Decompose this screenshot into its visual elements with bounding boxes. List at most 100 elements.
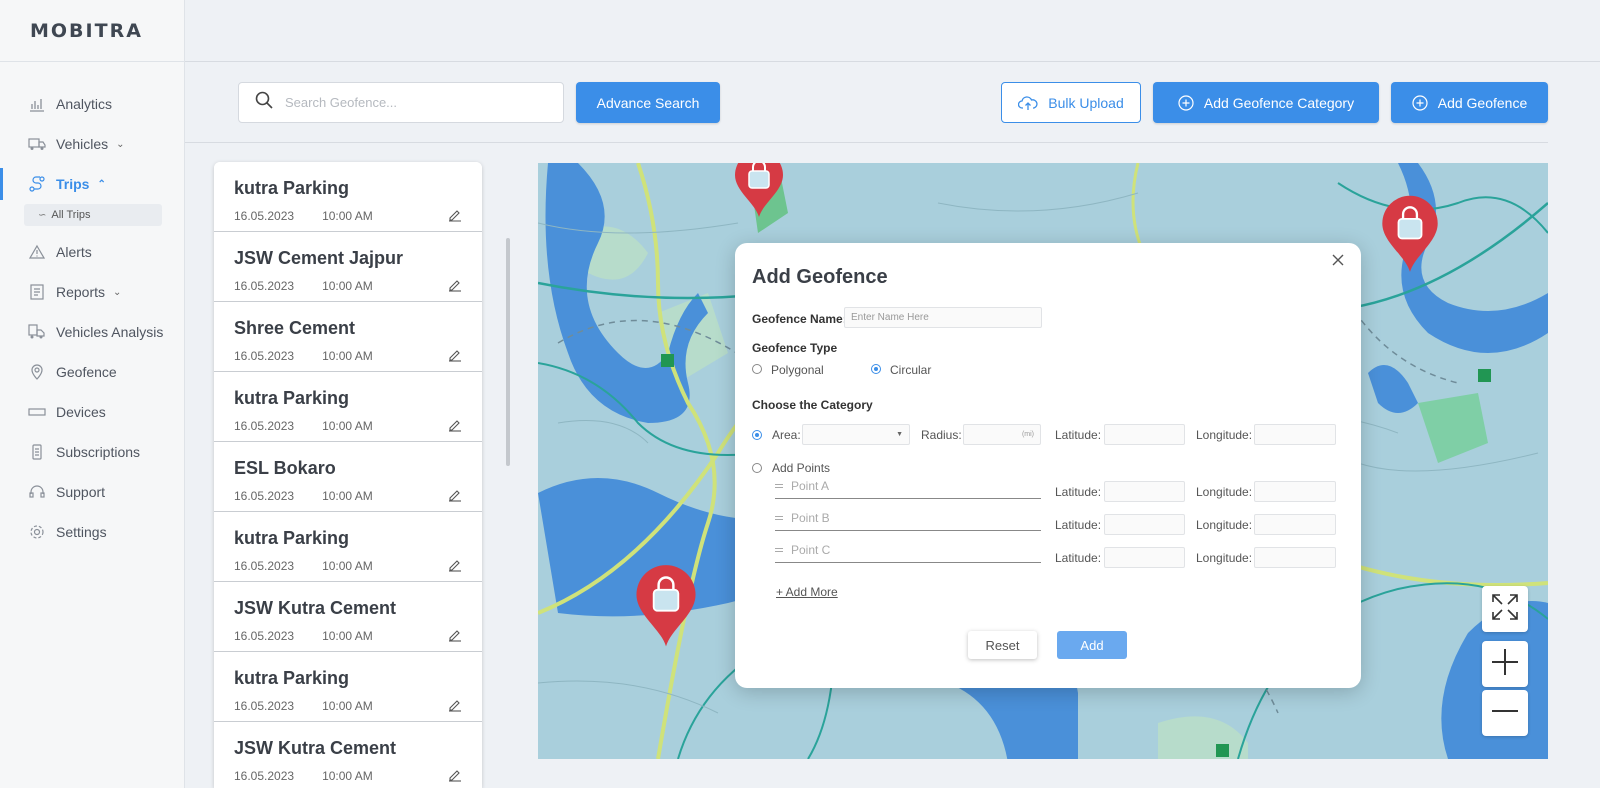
plus-circle-icon: [1412, 94, 1428, 111]
circular-radio[interactable]: [871, 364, 881, 374]
add-geofence-category-button[interactable]: Add Geofence Category: [1153, 82, 1379, 123]
point-c-row[interactable]: Point C: [775, 537, 1041, 563]
zoom-out-button[interactable]: [1482, 690, 1528, 736]
alert-triangle-icon: [28, 243, 46, 261]
point-c-latitude-input[interactable]: [1104, 547, 1185, 568]
sidebar-item-settings[interactable]: Settings: [0, 512, 184, 552]
geofence-card[interactable]: JSW Kutra Cement 16.05.2023 10:00 AM: [214, 582, 482, 652]
reset-button[interactable]: Reset: [968, 631, 1037, 659]
advance-search-button[interactable]: Advance Search: [576, 82, 720, 123]
add-geofence-button[interactable]: Add Geofence: [1391, 82, 1548, 123]
bulk-upload-button[interactable]: Bulk Upload: [1001, 82, 1141, 123]
polygonal-radio[interactable]: [752, 364, 762, 374]
geofence-time: 10:00 AM: [322, 699, 373, 713]
geofence-card[interactable]: kutra Parking 16.05.2023 10:00 AM: [214, 162, 482, 232]
add-geofence-modal: Add Geofence Geofence Name: Enter Name H…: [735, 243, 1361, 688]
geofence-name: kutra Parking: [234, 178, 350, 198]
geofence-card[interactable]: kutra Parking 16.05.2023 10:00 AM: [214, 512, 482, 582]
search-input[interactable]: [285, 95, 535, 110]
geofence-name-input[interactable]: Enter Name Here: [844, 307, 1042, 328]
geofence-date: 16.05.2023: [234, 559, 295, 573]
geofence-meta: 16.05.2023 10:00 AM: [234, 349, 462, 363]
search-box[interactable]: [238, 82, 564, 123]
list-scrollbar[interactable]: [506, 238, 510, 466]
area-longitude-input[interactable]: [1254, 424, 1336, 445]
geofence-meta: 16.05.2023 10:00 AM: [234, 279, 462, 293]
sidebar-item-geofence[interactable]: Geofence: [0, 352, 184, 392]
sidebar-item-vehicles[interactable]: Vehicles ⌄: [0, 124, 184, 164]
route-icon: [28, 175, 46, 193]
geofence-type-label: Geofence Type: [752, 341, 838, 355]
close-icon[interactable]: [1331, 253, 1347, 269]
geofence-card[interactable]: Shree Cement 16.05.2023 10:00 AM: [214, 302, 482, 372]
area-radio[interactable]: [752, 430, 762, 440]
drag-handle-icon[interactable]: [775, 515, 783, 520]
fullscreen-button[interactable]: [1482, 586, 1528, 632]
point-a-row[interactable]: Point A: [775, 473, 1041, 499]
edit-icon[interactable]: [448, 208, 462, 222]
geofence-card[interactable]: ESL Bokaro 16.05.2023 10:00 AM: [214, 442, 482, 512]
geofence-time: 10:00 AM: [322, 349, 373, 363]
sidebar-item-devices[interactable]: Devices: [0, 392, 184, 432]
geofence-date: 16.05.2023: [234, 279, 295, 293]
geofence-card[interactable]: JSW Cement Jajpur 16.05.2023 10:00 AM: [214, 232, 482, 302]
area-select[interactable]: ▼: [802, 424, 910, 445]
edit-icon[interactable]: [448, 558, 462, 572]
subscription-icon: [28, 443, 46, 461]
geofence-time: 10:00 AM: [322, 279, 373, 293]
drag-handle-icon[interactable]: [775, 483, 783, 488]
map-marker-icon[interactable]: [1380, 195, 1440, 275]
sidebar-item-label: Vehicles Analysis: [56, 324, 164, 340]
sidebar-item-analytics[interactable]: Analytics: [0, 84, 184, 124]
geofence-date: 16.05.2023: [234, 209, 295, 223]
geofence-card[interactable]: kutra Parking 16.05.2023 10:00 AM: [214, 652, 482, 722]
zoom-in-button[interactable]: [1482, 641, 1528, 687]
sidebar-item-support[interactable]: Support: [0, 472, 184, 512]
area-latitude-input[interactable]: [1104, 424, 1185, 445]
geofence-name: ESL Bokaro: [234, 458, 336, 478]
radius-input[interactable]: (mi): [963, 424, 1041, 445]
edit-icon[interactable]: [448, 768, 462, 782]
point-a-longitude-input[interactable]: [1254, 481, 1336, 502]
geofence-name: kutra Parking: [234, 668, 350, 688]
geofence-time: 10:00 AM: [322, 629, 373, 643]
add-points-radio[interactable]: [752, 463, 762, 473]
geofence-card[interactable]: JSW Kutra Cement 16.05.2023 10:00 AM: [214, 722, 482, 788]
sidebar-item-label: Reports: [56, 284, 106, 300]
drag-handle-icon[interactable]: [775, 547, 783, 552]
sidebar-subitem-all-trips[interactable]: ∽ All Trips: [24, 204, 162, 226]
geofence-date: 16.05.2023: [234, 419, 295, 433]
edit-icon[interactable]: [448, 628, 462, 642]
geofence-card[interactable]: kutra Parking 16.05.2023 10:00 AM: [214, 372, 482, 442]
edit-icon[interactable]: [448, 348, 462, 362]
longitude-label: Longitude:: [1196, 551, 1253, 565]
geofence-name: JSW Kutra Cement: [234, 598, 397, 618]
logo[interactable]: MOBITRA: [0, 0, 184, 62]
geofence-date: 16.05.2023: [234, 629, 295, 643]
edit-icon[interactable]: [448, 418, 462, 432]
map-marker-icon[interactable]: [733, 163, 785, 219]
map-pin-icon: [28, 363, 46, 381]
sidebar-item-subscriptions[interactable]: Subscriptions: [0, 432, 184, 472]
map-marker-icon[interactable]: [634, 563, 698, 651]
modal-title: Add Geofence: [752, 266, 888, 288]
geofence-meta: 16.05.2023 10:00 AM: [234, 629, 462, 643]
geofence-list[interactable]: kutra Parking 16.05.2023 10:00 AM JSW Cemen…: [214, 162, 482, 788]
edit-icon[interactable]: [448, 698, 462, 712]
sidebar-item-trips[interactable]: Trips ⌃: [0, 164, 184, 204]
sidebar-item-label: Geofence: [56, 364, 117, 380]
sidebar-item-label: Alerts: [56, 244, 92, 260]
point-a-latitude-input[interactable]: [1104, 481, 1185, 502]
point-b-latitude-input[interactable]: [1104, 514, 1185, 535]
point-b-row[interactable]: Point B: [775, 505, 1041, 531]
add-button[interactable]: Add: [1057, 631, 1127, 659]
toolbar: Advance Search Bulk Upload Add Geofence …: [185, 62, 1600, 143]
sidebar-item-alerts[interactable]: Alerts: [0, 232, 184, 272]
add-more-link[interactable]: + Add More: [776, 585, 838, 599]
edit-icon[interactable]: [448, 488, 462, 502]
point-c-longitude-input[interactable]: [1254, 547, 1336, 568]
point-b-longitude-input[interactable]: [1254, 514, 1336, 535]
edit-icon[interactable]: [448, 278, 462, 292]
sidebar-item-reports[interactable]: Reports ⌄: [0, 272, 184, 312]
sidebar-item-vehicles-analysis[interactable]: Vehicles Analysis: [0, 312, 184, 352]
